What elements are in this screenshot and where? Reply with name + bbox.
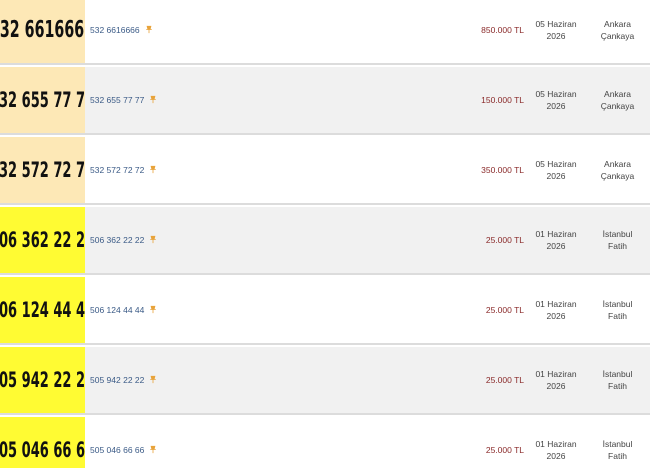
location-district: Çankaya [600, 101, 635, 111]
thumbnail-number-text: 532 572 72 72 [0, 158, 85, 182]
listing-row[interactable]: 506 124 44 44 506 124 44 44 25.000 TL 01… [0, 277, 650, 345]
date-year: 2026 [546, 171, 566, 181]
listing-number-text: 506 362 22 22 [90, 235, 145, 245]
listing-number-link[interactable]: 505 046 66 66 [90, 417, 157, 468]
thumbnail-number-text: 506 362 22 22 [0, 228, 85, 252]
date-day-month: 05 Haziran [535, 159, 577, 169]
listing-thumbnail[interactable]: 506 124 44 44 [0, 277, 85, 343]
listing-price: 150.000 TL [481, 95, 524, 105]
listing-location: Ankara Çankaya [590, 0, 645, 63]
listing-date: 01 Haziran 2026 [532, 347, 580, 413]
pin-icon [145, 25, 152, 33]
listing-number-link[interactable]: 506 362 22 22 [90, 207, 157, 273]
listing-thumbnail[interactable]: 532 655 77 77 [0, 67, 85, 133]
listing-location: İstanbul Fatih [590, 207, 645, 273]
listing-number-text: 506 124 44 44 [90, 305, 145, 315]
listing-location: Ankara Çankaya [590, 67, 645, 133]
date-year: 2026 [546, 381, 566, 391]
listing-location: Ankara Çankaya [590, 137, 645, 203]
location-district: Fatih [608, 381, 627, 391]
listing-number-text: 532 6616666 [90, 25, 140, 35]
listing-number-text: 532 572 72 72 [90, 165, 145, 175]
listing-price: 25.000 TL [485, 235, 524, 245]
thumbnail-number-text: 506 124 44 44 [0, 298, 85, 322]
location-city: Ankara [604, 89, 631, 99]
listing-row[interactable]: 505 942 22 22 505 942 22 22 25.000 TL 01… [0, 347, 650, 415]
location-city: İstanbul [602, 229, 633, 239]
listing-thumbnail[interactable]: 505 942 22 22 [0, 347, 85, 413]
thumbnail-number-text: 532 6616666 [0, 17, 85, 43]
location-city: Ankara [604, 19, 631, 29]
listing-location: İstanbul Fatih [590, 277, 645, 343]
listing-number-text: 505 942 22 22 [90, 375, 145, 385]
pin-icon [150, 95, 157, 103]
listing-location: İstanbul Fatih [590, 347, 645, 413]
thumbnail-number-text: 532 655 77 77 [0, 88, 85, 112]
listing-row[interactable]: 532 655 77 77 532 655 77 77 150.000 TL 0… [0, 67, 650, 135]
date-day-month: 01 Haziran [535, 439, 577, 449]
thumbnail-number-text: 505 942 22 22 [0, 368, 85, 392]
listing-price: 25.000 TL [485, 375, 524, 385]
listing-number-link[interactable]: 532 572 72 72 [90, 137, 157, 203]
pin-icon [150, 445, 157, 453]
listing-row[interactable]: 532 6616666 532 6616666 850.000 TL 05 Ha… [0, 0, 650, 65]
listing-number-link[interactable]: 532 6616666 [90, 0, 153, 63]
date-year: 2026 [546, 451, 566, 461]
listing-number-link[interactable]: 532 655 77 77 [90, 67, 157, 133]
date-year: 2026 [546, 101, 566, 111]
listing-list: 532 6616666 532 6616666 850.000 TL 05 Ha… [0, 0, 650, 468]
location-district: Fatih [608, 311, 627, 321]
location-city: İstanbul [602, 369, 633, 379]
listing-row[interactable]: 532 572 72 72 532 572 72 72 350.000 TL 0… [0, 137, 650, 205]
listing-number-text: 505 046 66 66 [90, 445, 145, 455]
listing-thumbnail[interactable]: 505 046 66 66 [0, 417, 85, 468]
date-day-month: 01 Haziran [535, 369, 577, 379]
location-city: Ankara [604, 159, 631, 169]
location-city: İstanbul [602, 299, 633, 309]
listing-date: 05 Haziran 2026 [532, 137, 580, 203]
pin-icon [150, 375, 157, 383]
date-day-month: 01 Haziran [535, 299, 577, 309]
date-day-month: 01 Haziran [535, 229, 577, 239]
date-day-month: 05 Haziran [535, 19, 577, 29]
date-year: 2026 [546, 311, 566, 321]
listing-number-text: 532 655 77 77 [90, 95, 145, 105]
thumbnail-number-text: 505 046 66 66 [0, 438, 85, 462]
location-district: Fatih [608, 451, 627, 461]
pin-icon [150, 305, 157, 313]
listing-date: 05 Haziran 2026 [532, 67, 580, 133]
listing-location: İstanbul Fatih [590, 417, 645, 468]
listing-price: 25.000 TL [485, 445, 524, 455]
listing-number-link[interactable]: 506 124 44 44 [90, 277, 157, 343]
location-district: Çankaya [600, 171, 635, 181]
date-day-month: 05 Haziran [535, 89, 577, 99]
location-city: İstanbul [602, 439, 633, 449]
listing-date: 01 Haziran 2026 [532, 417, 580, 468]
pin-icon [150, 235, 157, 243]
location-district: Çankaya [600, 31, 635, 41]
listing-number-link[interactable]: 505 942 22 22 [90, 347, 157, 413]
listing-price: 350.000 TL [481, 165, 524, 175]
listing-price: 25.000 TL [485, 305, 524, 315]
listing-price: 850.000 TL [481, 25, 524, 35]
listing-row[interactable]: 505 046 66 66 505 046 66 66 25.000 TL 01… [0, 417, 650, 468]
listing-date: 05 Haziran 2026 [532, 0, 580, 63]
location-district: Fatih [608, 241, 627, 251]
pin-icon [150, 165, 157, 173]
listing-row[interactable]: 506 362 22 22 506 362 22 22 25.000 TL 01… [0, 207, 650, 275]
listing-date: 01 Haziran 2026 [532, 207, 580, 273]
listing-thumbnail[interactable]: 532 6616666 [0, 0, 85, 63]
date-year: 2026 [546, 241, 566, 251]
listing-date: 01 Haziran 2026 [532, 277, 580, 343]
listing-thumbnail[interactable]: 532 572 72 72 [0, 137, 85, 203]
date-year: 2026 [546, 31, 566, 41]
listing-thumbnail[interactable]: 506 362 22 22 [0, 207, 85, 273]
